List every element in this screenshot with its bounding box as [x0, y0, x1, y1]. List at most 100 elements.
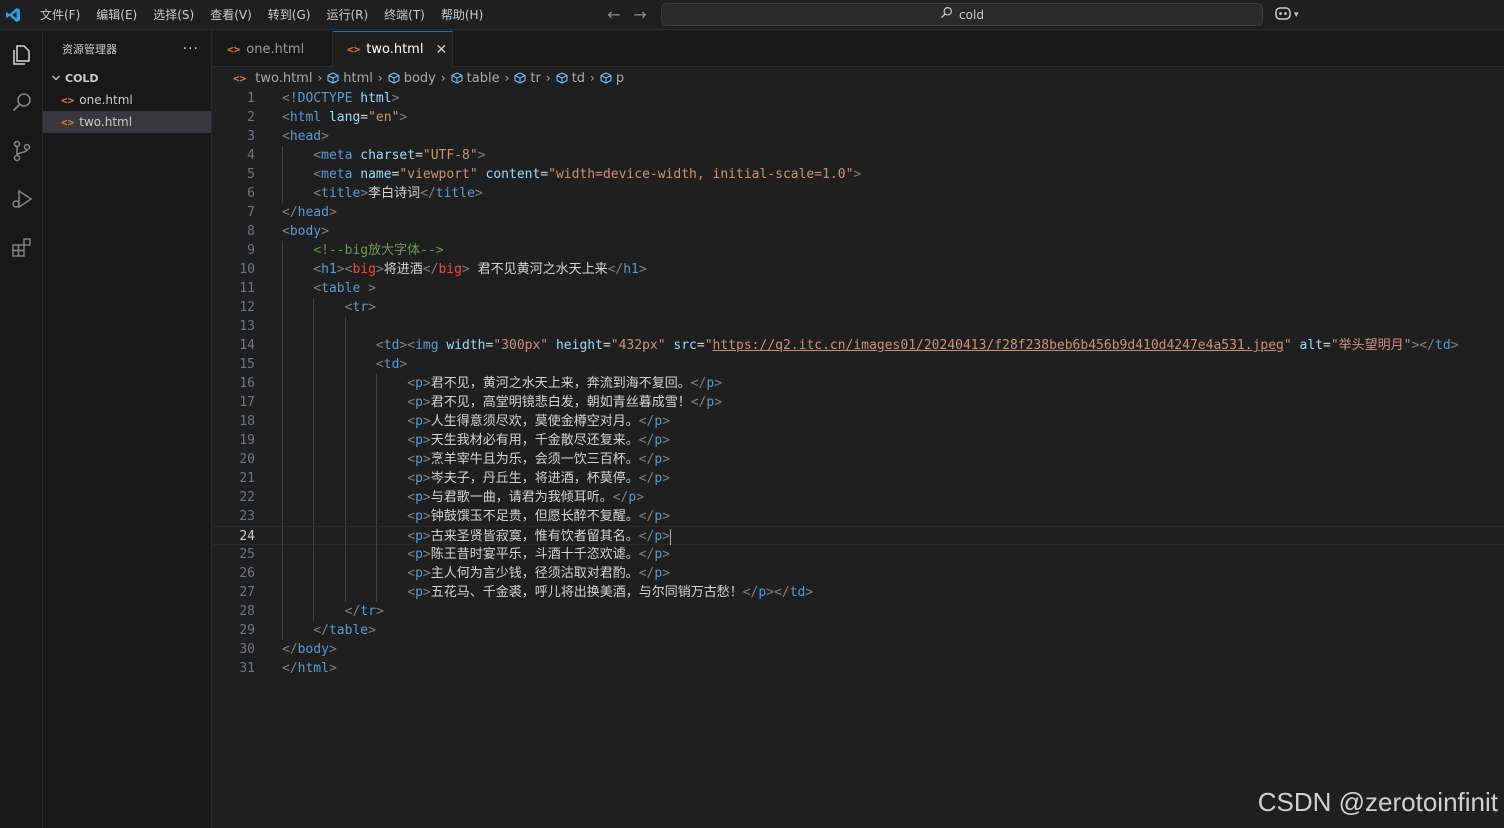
command-center-search[interactable]: cold [661, 3, 1263, 26]
code-token: </ [690, 395, 707, 410]
code-line[interactable]: 20 <p>烹羊宰牛且为乐，会须一饮三百杯。</p> [213, 450, 1504, 469]
code-line[interactable]: 5 <meta name="viewport" content="width=d… [213, 165, 1504, 184]
code-line[interactable]: 1 <!DOCTYPE html> [213, 89, 1504, 108]
menu-item-6[interactable]: 终端(T) [376, 0, 433, 30]
search-icon[interactable] [0, 79, 43, 127]
source-control-icon[interactable] [0, 127, 43, 175]
code-token: " [704, 338, 713, 353]
code-line[interactable]: 29 </table> [213, 621, 1504, 640]
code-token: > [399, 357, 408, 372]
code-line[interactable]: 2 <html lang="en"> [213, 108, 1504, 127]
code-line[interactable]: 28 </tr> [213, 602, 1504, 621]
code-line[interactable]: 23 <p>钟鼓馔玉不足贵，但愿长醉不复醒。</p> [213, 507, 1504, 526]
code-token: = [1323, 338, 1331, 353]
code-line[interactable]: 26 <p>主人何为言少钱，径须沽取对君酌。</p> [213, 564, 1504, 583]
line-content: <p>君不见，黄河之水天上来，奔流到海不复回。</p> [282, 374, 722, 393]
line-content: <p>钟鼓馔玉不足贵，但愿长醉不复醒。</p> [282, 507, 670, 526]
code-line[interactable]: 9 <!--big放大字体--> [213, 241, 1504, 260]
code-token: height [555, 338, 603, 353]
code-token: tr [352, 300, 369, 315]
back-arrow-icon[interactable]: ← [604, 5, 624, 25]
code-token: p [415, 529, 423, 544]
indent-guide [313, 317, 315, 336]
code-line[interactable]: 3 <head> [213, 127, 1504, 146]
code-line[interactable]: 13 [213, 317, 1504, 336]
code-line[interactable]: 19 <p>天生我材必有用，千金散尽还复来。</p> [213, 431, 1504, 450]
code-token: > [422, 452, 431, 467]
breadcrumb-item[interactable]: tr [514, 71, 541, 86]
more-actions-icon[interactable]: ··· [183, 41, 199, 57]
line-content: <!--big放大字体--> [282, 241, 443, 260]
code-line[interactable]: 22 <p>与君歌一曲，请君为我倾耳听。</p> [213, 488, 1504, 507]
folder-cold[interactable]: COLD [43, 67, 211, 89]
code-token: </ [638, 433, 655, 448]
menu-item-0[interactable]: 文件(F) [32, 0, 88, 30]
code-line[interactable]: 10 <h1><big>将进酒</big> 君不见黄河之水天上来</h1> [213, 260, 1504, 279]
code-token: < [313, 167, 322, 182]
tab-one-html[interactable]: <> one.html [213, 31, 333, 67]
explorer-icon[interactable] [0, 31, 43, 79]
code-line[interactable]: 12 <tr> [213, 298, 1504, 317]
menu-item-4[interactable]: 转到(G) [260, 0, 319, 30]
code-token: </ [638, 452, 655, 467]
code-token: > [662, 529, 671, 544]
code-editor[interactable]: 1 <!DOCTYPE html> 2 <html lang="en"> 3 <head>… [213, 89, 1504, 828]
code-line[interactable]: 11 <table > [213, 279, 1504, 298]
breadcrumb-item[interactable]: html [327, 71, 373, 86]
menu-item-2[interactable]: 选择(S) [145, 0, 202, 30]
code-token: "en" [368, 110, 400, 125]
code-token: > [422, 471, 431, 486]
code-line[interactable]: 7 </head> [213, 203, 1504, 222]
code-line[interactable]: 24 <p>古来圣贤皆寂寞，惟有饮者留其名。</p> [213, 526, 1504, 546]
menu-item-5[interactable]: 运行(R) [318, 0, 376, 30]
code-line[interactable]: 30 </body> [213, 640, 1504, 659]
breadcrumb-item[interactable]: body [388, 71, 436, 86]
html-file-icon: <> [233, 71, 247, 85]
code-token: table [328, 623, 369, 638]
code-line[interactable]: 15 <td> [213, 355, 1504, 374]
code-token: > [375, 262, 384, 277]
code-line[interactable]: 27 <p>五花马、千金裘，呼儿将出换美酒，与尔同销万古愁！</p></td> [213, 583, 1504, 602]
breadcrumb-item[interactable]: table [451, 71, 500, 86]
menu-item-3[interactable]: 查看(V) [202, 0, 260, 30]
extensions-icon[interactable] [0, 223, 43, 271]
code-line[interactable]: 25 <p>陈王昔时宴平乐，斗酒十千恣欢谑。</p> [213, 545, 1504, 564]
menu-item-1[interactable]: 编辑(E) [88, 0, 145, 30]
code-line[interactable]: 4 <meta charset="UTF-8"> [213, 146, 1504, 165]
breadcrumb-item[interactable]: td [556, 71, 585, 86]
code-token: "viewport" [399, 167, 478, 182]
code-line[interactable]: 14 <td><img width="300px" height="432px"… [213, 336, 1504, 355]
line-content: </body> [282, 640, 337, 659]
code-line[interactable]: 16 <p>君不见，黄河之水天上来，奔流到海不复回。</p> [213, 374, 1504, 393]
line-number: 26 [239, 566, 255, 581]
file-two-html[interactable]: <> two.html [43, 111, 211, 133]
run-debug-icon[interactable] [0, 175, 43, 223]
chevron-right-icon: › [590, 71, 595, 85]
menu-item-7[interactable]: 帮助(H) [433, 0, 491, 30]
code-token: > [422, 395, 431, 410]
code-token: > [328, 205, 337, 220]
line-number: 28 [239, 604, 255, 619]
code-token: html [297, 661, 329, 676]
code-line[interactable]: 8 <body> [213, 222, 1504, 241]
copilot-button[interactable]: ▾ [1274, 5, 1308, 25]
code-line[interactable]: 18 <p>人生得意须尽欢，莫使金樽空对月。</p> [213, 412, 1504, 431]
code-token: > [662, 433, 671, 448]
line-number: 29 [239, 623, 255, 638]
tab-two-html[interactable]: <> two.html ✕ [333, 31, 453, 67]
title-bar: 文件(F) 编辑(E) 选择(S) 查看(V) 转到(G) 运行(R) 终端(T) 帮助(H)… [0, 0, 1504, 30]
breadcrumb-item[interactable]: p [600, 71, 624, 86]
breadcrumb-item[interactable]: <> two.html [233, 71, 312, 86]
code-token: > [375, 604, 384, 619]
code-line[interactable]: 21 <p>岑夫子，丹丘生，将进酒，杯莫停。</p> [213, 469, 1504, 488]
close-icon[interactable]: ✕ [435, 42, 447, 58]
file-one-html[interactable]: <> one.html [43, 89, 211, 111]
code-token: = [415, 148, 423, 163]
code-line[interactable]: 17 <p>君不见，高堂明镜悲白发，朝如青丝暮成雪！</p> [213, 393, 1504, 412]
code-token: </ [282, 661, 298, 676]
forward-arrow-icon[interactable]: → [630, 5, 650, 25]
code-line[interactable]: 31 </html> [213, 659, 1504, 678]
code-line[interactable]: 6 <title>李白诗词</title> [213, 184, 1504, 203]
chevron-down-icon [49, 73, 63, 83]
